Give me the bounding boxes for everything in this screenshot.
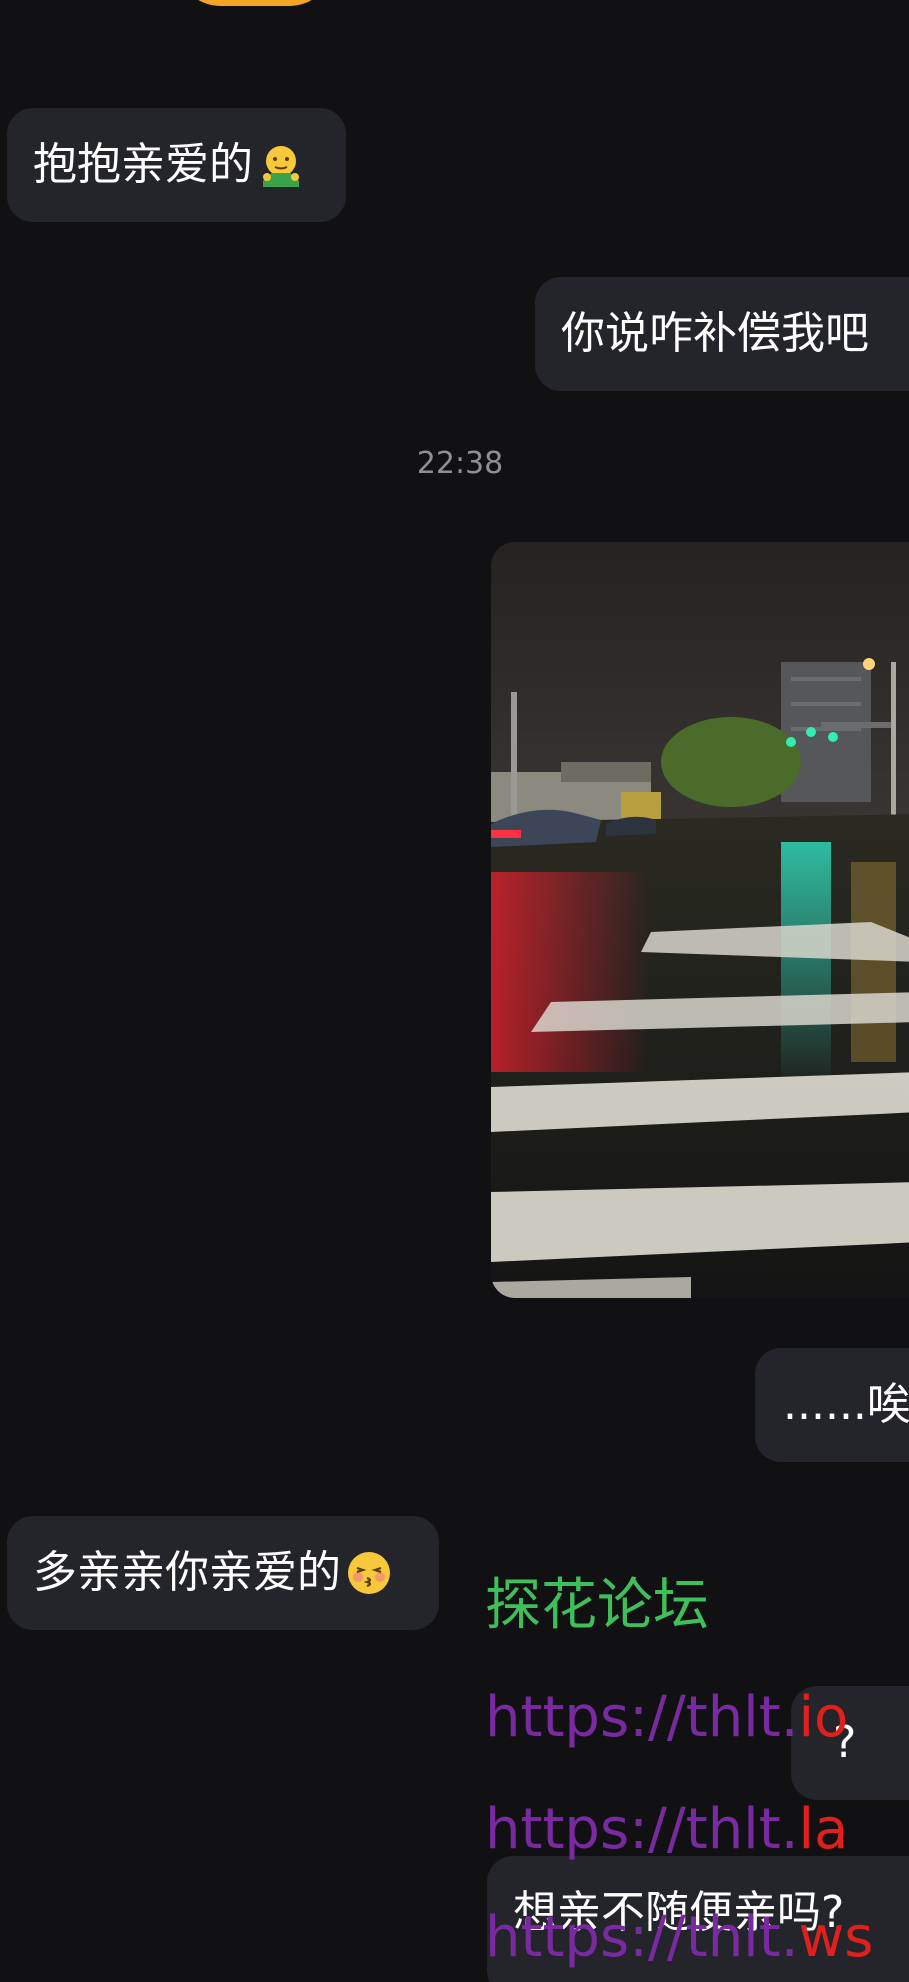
- hug-emoji-icon: [263, 146, 299, 187]
- message-bubble-sent[interactable]: 想亲不随便亲吗?: [487, 1856, 909, 1982]
- message-text: ......唉: [783, 1379, 909, 1430]
- message-timestamp: 22:38: [416, 446, 504, 481]
- chat-screen: 抱抱亲爱的 你说咋补偿我吧 22:38 ......唉 多亲亲你亲爱的 ? 想亲…: [0, 0, 909, 1982]
- message-bubble-received[interactable]: 多亲亲你亲爱的: [7, 1516, 439, 1630]
- overlay-ad-title: 探花论坛: [485, 1573, 709, 1638]
- kiss-emoji-icon: [348, 1552, 390, 1594]
- message-bubble-sent[interactable]: ......唉: [755, 1348, 909, 1462]
- message-bubble-sent[interactable]: 你说咋补偿我吧: [535, 277, 909, 391]
- message-bubble-sent[interactable]: ?: [791, 1686, 909, 1800]
- message-bubble-received[interactable]: 抱抱亲爱的: [7, 108, 346, 222]
- message-text: ?: [833, 1717, 857, 1768]
- avatar[interactable]: [175, 0, 335, 6]
- night-street-photo-icon: [491, 542, 909, 1298]
- overlay-link-suffix: la: [798, 1797, 849, 1862]
- message-text: 多亲亲你亲爱的: [33, 1547, 341, 1598]
- overlay-link-prefix: https://thlt.: [485, 1797, 799, 1862]
- overlay-ad-link[interactable]: https://thlt.la: [485, 1802, 848, 1858]
- overlay-link-prefix: https://thlt.: [485, 1685, 799, 1750]
- message-text: 你说咋补偿我吧: [561, 308, 869, 359]
- photo-message[interactable]: [491, 542, 909, 1298]
- message-text: 抱抱亲爱的: [33, 139, 253, 190]
- message-text: 想亲不随便亲吗?: [513, 1887, 845, 1938]
